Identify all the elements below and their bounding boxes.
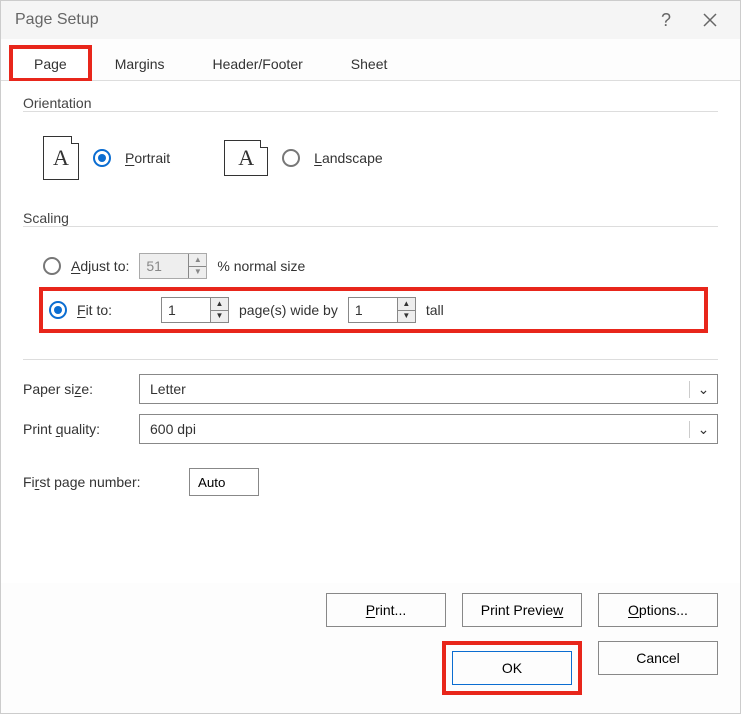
fit-to-label[interactable]: Fit to:: [77, 302, 151, 318]
adjust-to-spinner[interactable]: ▲▼: [139, 253, 207, 279]
print-quality-label: Print quality:: [23, 421, 123, 437]
first-page-label: First page number:: [23, 474, 173, 490]
fit-tall-spinner[interactable]: ▲▼: [348, 297, 416, 323]
fit-wide-spinner[interactable]: ▲▼: [161, 297, 229, 323]
titlebar: Page Setup ?: [1, 1, 740, 39]
orientation-group: A Portrait A Landscape: [23, 126, 718, 210]
adjust-to-label[interactable]: Adjust to:: [71, 258, 129, 274]
spinner-up-icon[interactable]: ▲: [211, 298, 228, 311]
orientation-label: Orientation: [23, 95, 718, 111]
print-quality-row: Print quality: 600 dpi ⌄: [23, 414, 718, 444]
fit-mid-label: page(s) wide by: [239, 302, 338, 318]
tab-header-footer[interactable]: Header/Footer: [190, 47, 326, 80]
options-button[interactable]: Options...: [598, 593, 718, 627]
spinner-down-icon[interactable]: ▼: [189, 267, 206, 279]
portrait-radio-label[interactable]: Portrait: [125, 150, 170, 166]
print-quality-combo[interactable]: 600 dpi ⌄: [139, 414, 718, 444]
spinner-down-icon[interactable]: ▼: [211, 311, 228, 323]
close-icon: [703, 13, 717, 27]
adjust-to-radio[interactable]: [43, 257, 61, 275]
cancel-button[interactable]: Cancel: [598, 641, 718, 675]
divider: [23, 359, 718, 360]
print-preview-button[interactable]: Print Preview: [462, 593, 582, 627]
ok-highlight: OK: [442, 641, 582, 695]
close-button[interactable]: [688, 5, 732, 35]
fit-tall-input[interactable]: [349, 298, 397, 322]
fit-to-row: Fit to: ▲▼ page(s) wide by ▲▼ tall: [39, 287, 708, 333]
first-page-row: First page number:: [23, 468, 718, 496]
landscape-radio[interactable]: [282, 149, 300, 167]
fit-suffix: tall: [426, 302, 444, 318]
portrait-icon: A: [43, 136, 79, 180]
first-page-input[interactable]: [189, 468, 259, 496]
adjust-to-suffix: % normal size: [217, 258, 305, 274]
dialog-title: Page Setup: [15, 11, 644, 29]
fit-wide-input[interactable]: [162, 298, 210, 322]
ok-button[interactable]: OK: [452, 651, 572, 685]
spinner-up-icon[interactable]: ▲: [189, 254, 206, 267]
print-quality-value: 600 dpi: [140, 421, 689, 437]
paper-size-row: Paper size: Letter ⌄: [23, 374, 718, 404]
adjust-to-input[interactable]: [140, 254, 188, 278]
adjust-to-row: Adjust to: ▲▼ % normal size: [39, 247, 708, 285]
scaling-group: Adjust to: ▲▼ % normal size Fit to: ▲▼ p…: [23, 241, 718, 345]
spinner-up-icon[interactable]: ▲: [398, 298, 415, 311]
landscape-radio-label[interactable]: Landscape: [314, 150, 383, 166]
dialog-buttons-row: OK Cancel: [1, 637, 740, 713]
chevron-down-icon: ⌄: [689, 381, 717, 398]
tab-content: Orientation A Portrait A Landscape Scali…: [1, 81, 740, 583]
help-button[interactable]: ?: [644, 5, 688, 35]
tab-sheet[interactable]: Sheet: [328, 47, 411, 80]
chevron-down-icon: ⌄: [689, 421, 717, 438]
paper-size-value: Letter: [140, 381, 689, 397]
action-buttons-row: Print... Print Preview Options...: [1, 583, 740, 637]
fit-to-radio[interactable]: [49, 301, 67, 319]
paper-size-label: Paper size:: [23, 381, 123, 397]
portrait-radio[interactable]: [93, 149, 111, 167]
landscape-icon: A: [224, 140, 268, 176]
print-button[interactable]: Print...: [326, 593, 446, 627]
page-setup-dialog: Page Setup ? Page Margins Header/Footer …: [0, 0, 741, 714]
tab-margins[interactable]: Margins: [92, 47, 188, 80]
paper-size-combo[interactable]: Letter ⌄: [139, 374, 718, 404]
scaling-label: Scaling: [23, 210, 718, 226]
divider: [23, 111, 718, 112]
tab-bar: Page Margins Header/Footer Sheet: [1, 39, 740, 81]
tab-page[interactable]: Page: [11, 47, 90, 80]
divider: [23, 226, 718, 227]
spinner-down-icon[interactable]: ▼: [398, 311, 415, 323]
